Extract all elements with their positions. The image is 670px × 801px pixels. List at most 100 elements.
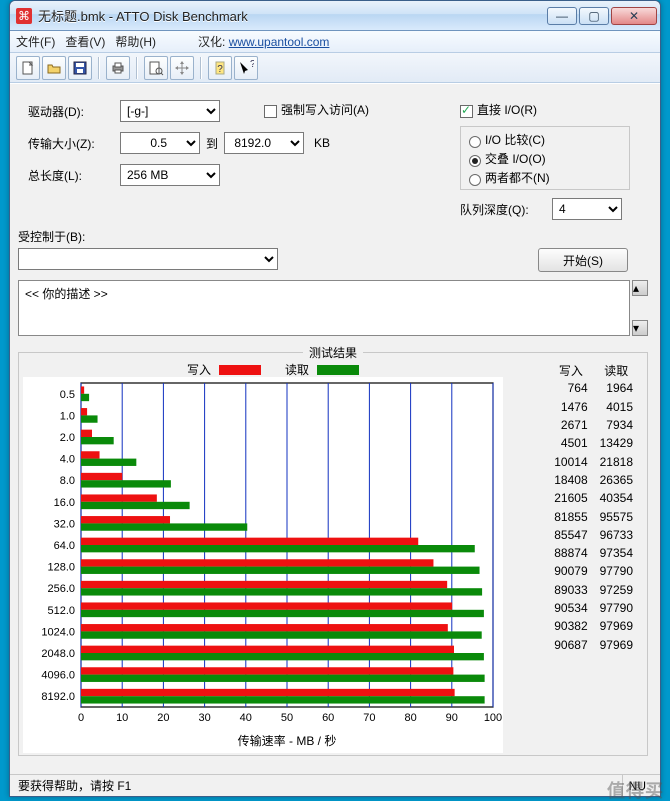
svg-text:64.0: 64.0 bbox=[54, 540, 75, 552]
legend-read-label: 读取 bbox=[285, 361, 309, 378]
col-write-header: 写入 bbox=[548, 361, 593, 379]
results-chart: 01020304050607080901000.51.02.04.08.016.… bbox=[23, 377, 503, 753]
svg-text:8192.0: 8192.0 bbox=[41, 691, 75, 703]
app-icon: ⌘ bbox=[16, 8, 32, 24]
table-row: 7641964 bbox=[548, 379, 639, 397]
context-help-icon[interactable]: ? bbox=[234, 56, 258, 80]
close-button[interactable]: ✕ bbox=[611, 7, 657, 25]
direct-io-label: 直接 I/O(R) bbox=[477, 101, 537, 118]
svg-text:20: 20 bbox=[157, 712, 169, 724]
table-row: 14764015 bbox=[548, 398, 639, 416]
move-icon[interactable] bbox=[170, 56, 194, 80]
overlapped-io-radio[interactable] bbox=[469, 155, 481, 167]
scroll-down-icon[interactable]: ▾ bbox=[632, 320, 648, 336]
legend-read-swatch bbox=[317, 365, 359, 375]
scroll-up-icon[interactable]: ▴ bbox=[632, 280, 648, 296]
table-row: 26717934 bbox=[548, 416, 639, 434]
kb-label: KB bbox=[314, 136, 330, 150]
localization-credit: 汉化: www.upantool.com bbox=[198, 33, 329, 50]
transfer-min-select[interactable]: 0.5 bbox=[120, 132, 200, 154]
svg-text:8.0: 8.0 bbox=[60, 475, 75, 487]
to-label: 到 bbox=[206, 135, 218, 152]
status-text: 要获得帮助，请按 F1 bbox=[18, 777, 131, 794]
table-row: 8887497354 bbox=[548, 544, 639, 562]
description-text: << 你的描述 >> bbox=[25, 287, 108, 301]
transfer-size-label: 传输大小(Z): bbox=[28, 135, 120, 152]
total-length-select[interactable]: 256 MB bbox=[120, 164, 220, 186]
drive-label: 驱动器(D): bbox=[28, 103, 120, 120]
svg-text:传输速率 - MB / 秒: 传输速率 - MB / 秒 bbox=[238, 733, 337, 748]
svg-text:10: 10 bbox=[116, 712, 128, 724]
svg-text:40: 40 bbox=[240, 712, 252, 724]
table-row: 1001421818 bbox=[548, 452, 639, 470]
force-write-label: 强制写入访问(A) bbox=[281, 101, 369, 118]
table-row: 2160540354 bbox=[548, 489, 639, 507]
description-box[interactable]: << 你的描述 >> bbox=[18, 280, 630, 336]
svg-text:0.5: 0.5 bbox=[60, 389, 75, 401]
app-window: ⌘ 无标题.bmk - ATTO Disk Benchmark — ▢ ✕ 文件… bbox=[9, 0, 661, 797]
controlled-by-label: 受控制于(B): bbox=[18, 228, 85, 245]
io-compare-label: I/O 比较(C) bbox=[485, 131, 545, 148]
table-row: 9007997790 bbox=[548, 562, 639, 580]
svg-text:1.0: 1.0 bbox=[60, 410, 75, 422]
col-read-header: 读取 bbox=[594, 361, 639, 379]
menu-help[interactable]: 帮助(H) bbox=[115, 33, 156, 50]
svg-text:30: 30 bbox=[198, 712, 210, 724]
svg-text:4.0: 4.0 bbox=[60, 454, 75, 466]
open-file-icon[interactable] bbox=[42, 56, 66, 80]
menubar: 文件(F) 查看(V) 帮助(H) 汉化: www.upantool.com bbox=[10, 31, 660, 53]
svg-text:128.0: 128.0 bbox=[47, 562, 75, 574]
legend-write-swatch bbox=[219, 365, 261, 375]
io-compare-radio[interactable] bbox=[469, 136, 481, 148]
neither-label: 两者都不(N) bbox=[485, 169, 550, 186]
svg-text:32.0: 32.0 bbox=[54, 518, 75, 530]
svg-text:70: 70 bbox=[363, 712, 375, 724]
svg-text:2048.0: 2048.0 bbox=[41, 648, 75, 660]
table-row: 9038297969 bbox=[548, 617, 639, 635]
transfer-max-select[interactable]: 8192.0 bbox=[224, 132, 304, 154]
watermark-text: 值得买 bbox=[607, 782, 664, 800]
overlapped-io-label: 交叠 I/O(O) bbox=[485, 150, 546, 167]
titlebar[interactable]: ⌘ 无标题.bmk - ATTO Disk Benchmark — ▢ ✕ bbox=[10, 1, 660, 31]
table-row: 9068797969 bbox=[548, 635, 639, 653]
svg-text:256.0: 256.0 bbox=[47, 583, 75, 595]
svg-text:16.0: 16.0 bbox=[54, 497, 75, 509]
help-icon[interactable]: ? bbox=[208, 56, 232, 80]
table-row: 8554796733 bbox=[548, 526, 639, 544]
direct-io-checkbox[interactable] bbox=[460, 105, 473, 118]
table-row: 450113429 bbox=[548, 434, 639, 452]
localization-link[interactable]: www.upantool.com bbox=[229, 35, 330, 49]
new-file-icon[interactable] bbox=[16, 56, 40, 80]
svg-text:512.0: 512.0 bbox=[47, 605, 75, 617]
svg-text:100: 100 bbox=[484, 712, 502, 724]
svg-text:60: 60 bbox=[322, 712, 334, 724]
print-preview-icon[interactable] bbox=[144, 56, 168, 80]
minimize-button[interactable]: — bbox=[547, 7, 577, 25]
window-title: 无标题.bmk - ATTO Disk Benchmark bbox=[38, 6, 248, 25]
results-group: 测试结果 写入 读取 01020304050607080901000.51.02… bbox=[18, 352, 648, 756]
total-length-label: 总长度(L): bbox=[28, 167, 120, 184]
maximize-button[interactable]: ▢ bbox=[579, 7, 609, 25]
status-bar: 要获得帮助，请按 F1 NU bbox=[10, 774, 660, 796]
queue-depth-select[interactable]: 4 bbox=[552, 198, 622, 220]
controlled-by-select[interactable] bbox=[18, 248, 278, 270]
drive-select[interactable]: [-g-] bbox=[120, 100, 220, 122]
start-button[interactable]: 开始(S) bbox=[538, 248, 628, 272]
chart-legend: 写入 读取 bbox=[187, 361, 359, 378]
client-area: 驱动器(D): [-g-] 强制写入访问(A) 直接 I/O(R) 传输大小(Z… bbox=[10, 83, 660, 796]
results-legend: 测试结果 bbox=[303, 344, 363, 361]
neither-radio[interactable] bbox=[469, 174, 481, 186]
svg-text:?: ? bbox=[250, 60, 254, 70]
svg-text:4096.0: 4096.0 bbox=[41, 670, 75, 682]
force-write-checkbox[interactable] bbox=[264, 105, 277, 118]
svg-text:0: 0 bbox=[78, 712, 84, 724]
results-table: 写入 读取 7641964147640152671793445011342910… bbox=[548, 361, 639, 654]
menu-view[interactable]: 查看(V) bbox=[65, 33, 105, 50]
table-row: 8903397259 bbox=[548, 581, 639, 599]
print-icon[interactable] bbox=[106, 56, 130, 80]
queue-depth-label: 队列深度(Q): bbox=[460, 201, 552, 218]
svg-text:50: 50 bbox=[281, 712, 293, 724]
table-row: 8185595575 bbox=[548, 507, 639, 525]
menu-file[interactable]: 文件(F) bbox=[16, 33, 55, 50]
save-file-icon[interactable] bbox=[68, 56, 92, 80]
